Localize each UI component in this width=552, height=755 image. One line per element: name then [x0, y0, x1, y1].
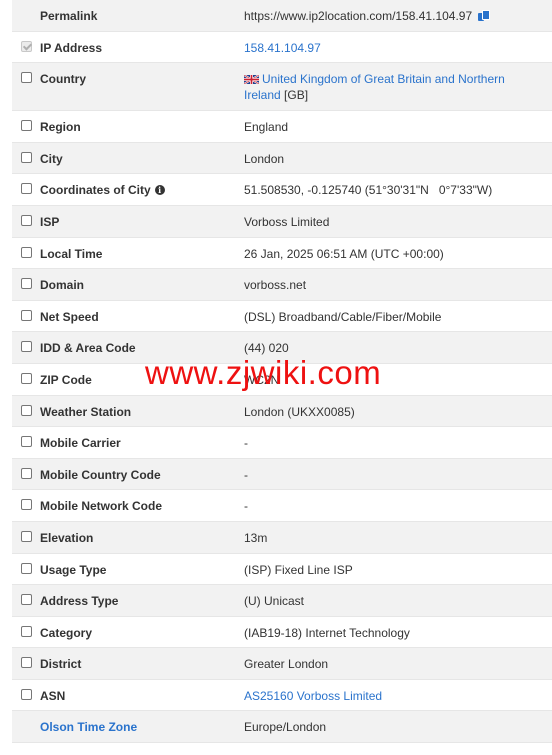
- row-local-time: Local Time 26 Jan, 2025 06:51 AM (UTC +0…: [12, 237, 552, 270]
- row-olson-time-zone: Olson Time Zone Europe/London: [12, 711, 552, 744]
- value-district: Greater London: [244, 657, 329, 672]
- row-city: City London: [12, 142, 552, 175]
- checkbox-zip[interactable]: [20, 372, 32, 384]
- checkbox-country[interactable]: [20, 72, 32, 84]
- row-district: District Greater London: [12, 648, 552, 680]
- row-elevation: Elevation 13m: [12, 521, 552, 554]
- label-mobile-carrier: Mobile Carrier: [40, 436, 121, 451]
- checkbox-usage-type[interactable]: [20, 562, 32, 574]
- row-ip-address: IP Address 158.41.104.97: [12, 31, 552, 64]
- label-elevation: Elevation: [40, 530, 94, 545]
- checkbox-isp[interactable]: [20, 214, 32, 226]
- row-category: Category (IAB19-18) Internet Technology: [12, 616, 552, 649]
- value-category: (IAB19-18) Internet Technology: [244, 625, 410, 640]
- label-idd: IDD & Area Code: [40, 341, 136, 356]
- info-icon[interactable]: i: [154, 185, 165, 196]
- checkbox-asn[interactable]: [20, 688, 32, 700]
- checkbox-coordinates[interactable]: [20, 183, 32, 195]
- row-mobile-network-code: Mobile Network Code -: [12, 490, 552, 522]
- olson-time-zone-link[interactable]: Olson Time Zone: [40, 719, 244, 735]
- value-address-type: (U) Unicast: [244, 594, 305, 609]
- label-zip: ZIP Code: [40, 372, 92, 387]
- row-coordinates: Coordinates of City i 51.508530, -0.12574…: [12, 174, 552, 206]
- value-mobile-country-code: -: [244, 467, 248, 482]
- row-country: Country United Kingdom of Great Britain …: [12, 63, 552, 112]
- checkbox-mobile-network-code[interactable]: [20, 499, 32, 511]
- value-net-speed: (DSL) Broadband/Cable/Fiber/Mobile: [244, 309, 442, 324]
- row-zip: ZIP Code WC2N: [12, 363, 552, 396]
- row-asn: ASN AS25160 Vorboss Limited: [12, 679, 552, 712]
- value-idd: (44) 020: [244, 341, 289, 356]
- label-region: Region: [40, 120, 81, 135]
- value-local-time: 26 Jan, 2025 06:51 AM (UTC +00:00): [244, 246, 444, 261]
- checkbox-ip-address: [20, 40, 32, 52]
- checkbox-district[interactable]: [20, 657, 32, 669]
- value-city: London: [244, 151, 285, 166]
- row-mobile-country-code: Mobile Country Code -: [12, 458, 552, 491]
- value-domain: vorboss.net: [244, 278, 307, 293]
- value-zip: WC2N: [244, 372, 280, 387]
- label-usage-type: Usage Type: [40, 562, 107, 577]
- checkbox-address-type[interactable]: [20, 594, 32, 606]
- value-mobile-carrier: -: [244, 436, 248, 451]
- row-address-type: Address Type (U) Unicast: [12, 585, 552, 617]
- checkbox-idd[interactable]: [20, 341, 32, 353]
- label-domain: Domain: [40, 278, 85, 293]
- row-usage-type: Usage Type (ISP) Fixed Line ISP: [12, 553, 552, 586]
- row-isp: ISP Vorboss Limited: [12, 205, 552, 238]
- label-asn: ASN: [40, 688, 66, 703]
- checkbox-domain[interactable]: [20, 278, 32, 290]
- value-mobile-network-code: -: [244, 499, 248, 514]
- country-code: [GB]: [284, 88, 309, 103]
- label-district: District: [40, 657, 82, 672]
- label-isp: ISP: [40, 214, 60, 229]
- checkbox-city[interactable]: [20, 151, 32, 163]
- checkbox-elevation[interactable]: [20, 530, 32, 542]
- checkbox-region[interactable]: [20, 120, 32, 132]
- row-domain: Domain vorboss.net: [12, 269, 552, 301]
- checkbox-mobile-carrier[interactable]: [20, 436, 32, 448]
- label-address-type: Address Type: [40, 594, 119, 609]
- label-weather-station: Weather Station: [40, 404, 132, 419]
- label-category: Category: [40, 625, 93, 640]
- value-isp: Vorboss Limited: [244, 214, 330, 229]
- checkbox-mobile-country-code[interactable]: [20, 467, 32, 479]
- checkbox-local-time[interactable]: [20, 246, 32, 258]
- label-local-time: Local Time: [40, 246, 103, 261]
- label-ip-address: IP Address: [40, 40, 103, 55]
- copy-icon[interactable]: [478, 10, 491, 21]
- value-olson-time-zone: Europe/London: [244, 720, 327, 735]
- value-usage-type: (ISP) Fixed Line ISP: [244, 562, 353, 577]
- label-mobile-country-code: Mobile Country Code: [40, 467, 161, 482]
- row-mobile-carrier: Mobile Carrier -: [12, 427, 552, 459]
- uk-flag-icon: [244, 75, 259, 85]
- label-coordinates-text: Coordinates of City: [40, 183, 151, 198]
- value-region: England: [244, 120, 289, 135]
- label-country: Country: [40, 72, 86, 87]
- label-permalink: Permalink: [40, 9, 98, 23]
- row-region: Region England: [12, 111, 552, 143]
- row-permalink: Permalink https://www.ip2location.com/15…: [12, 0, 552, 32]
- asn-link[interactable]: AS25160 Vorboss Limited: [244, 689, 382, 703]
- label-city: City: [40, 151, 63, 166]
- label-coordinates: Coordinates of City i: [40, 182, 244, 198]
- checkbox-category[interactable]: [20, 625, 32, 637]
- row-net-speed: Net Speed (DSL) Broadband/Cable/Fiber/Mo…: [12, 300, 552, 333]
- ip-address-link[interactable]: 158.41.104.97: [244, 41, 321, 55]
- value-coordinates: 51.508530, -0.125740 (51°30'31"N 0°7'33"…: [244, 183, 493, 198]
- value-permalink: https://www.ip2location.com/158.41.104.9…: [244, 8, 552, 24]
- label-mobile-network-code: Mobile Network Code: [40, 499, 163, 514]
- value-country: United Kingdom of Great Britain and Nort…: [244, 71, 552, 103]
- permalink-text: https://www.ip2location.com/158.41.104.9…: [244, 9, 473, 23]
- ip-details-table: Permalink https://www.ip2location.com/15…: [12, 0, 552, 744]
- checkbox-net-speed[interactable]: [20, 309, 32, 321]
- value-elevation: 13m: [244, 530, 268, 545]
- row-weather-station: Weather Station London (UKXX0085): [12, 395, 552, 428]
- value-weather-station: London (UKXX0085): [244, 404, 355, 419]
- checkbox-weather-station[interactable]: [20, 404, 32, 416]
- label-net-speed: Net Speed: [40, 309, 99, 324]
- row-idd: IDD & Area Code (44) 020: [12, 332, 552, 364]
